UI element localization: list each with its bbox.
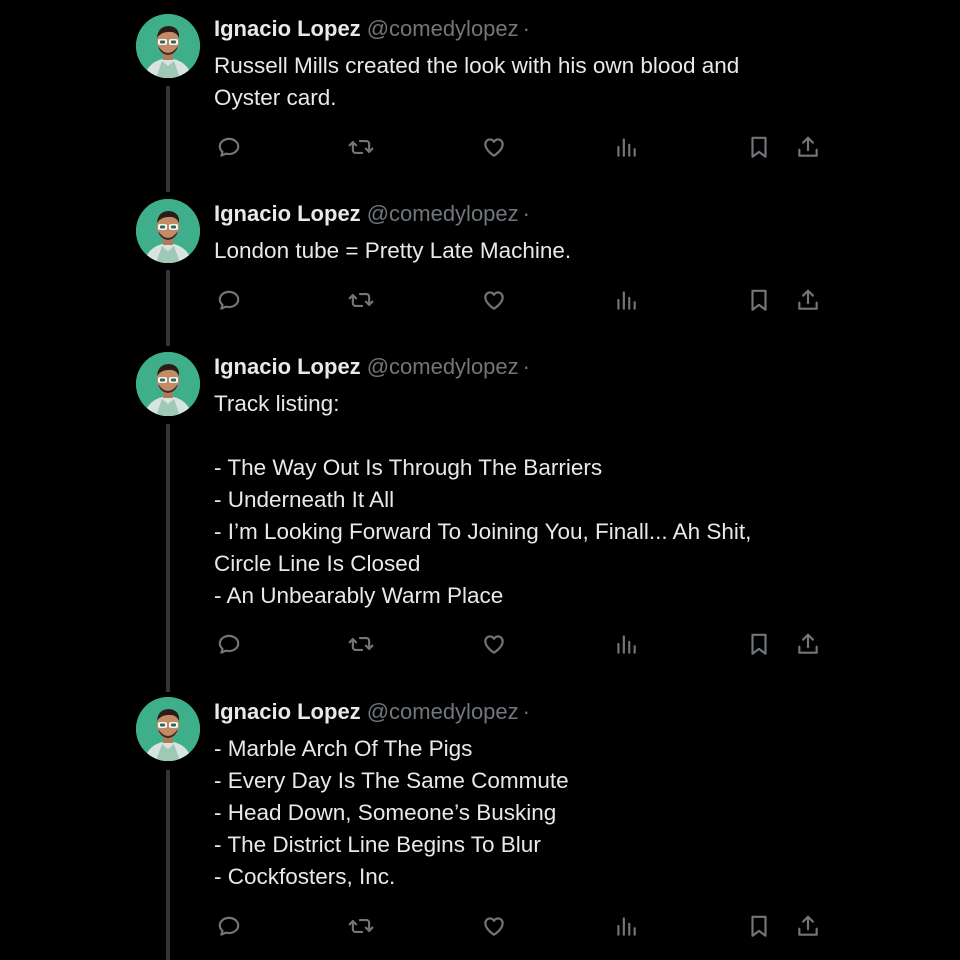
action-bar [0, 132, 960, 166]
views-button[interactable] [611, 629, 641, 659]
like-button[interactable] [479, 911, 509, 941]
author-name[interactable]: Ignacio Lopez [214, 201, 361, 226]
avatar-portrait [136, 199, 200, 263]
views-button[interactable] [611, 285, 641, 315]
tweet-text: Russell Mills created the look with his … [214, 50, 814, 114]
bookmark-icon [751, 136, 767, 158]
retweet-button[interactable] [346, 285, 376, 315]
share-icon [798, 633, 818, 654]
tweet-line: - Underneath It All [214, 487, 395, 512]
tweet-line: - The Way Out Is Through The Barriers [214, 455, 603, 480]
reply-icon [218, 137, 240, 157]
avatar[interactable] [136, 352, 200, 416]
separator-dot: · [522, 201, 530, 226]
author-name[interactable]: Ignacio Lopez [214, 16, 361, 41]
tweet-header: Ignacio Lopez @comedylopez · [214, 199, 530, 229]
bookmark-button[interactable] [744, 629, 774, 659]
tweet-text: Track listing: - The Way Out Is Through … [214, 388, 814, 612]
tweet-line: - The District Line Begins To Blur [214, 832, 541, 857]
reply-button[interactable] [214, 132, 244, 162]
like-button[interactable] [479, 132, 509, 162]
tweet-text: London tube = Pretty Late Machine. [214, 235, 814, 267]
like-icon [484, 917, 504, 936]
retweet-icon [348, 292, 374, 308]
avatar[interactable] [136, 697, 200, 761]
retweet-icon [348, 918, 374, 934]
tweet-line [214, 420, 814, 452]
reply-icon [218, 634, 240, 654]
tweet-line: Track listing: [214, 391, 340, 416]
separator-dot: · [522, 354, 530, 379]
action-bar [0, 911, 960, 945]
views-button[interactable] [611, 132, 641, 162]
tweet-line: Circle Line Is Closed [214, 551, 421, 576]
share-button[interactable] [793, 132, 823, 162]
views-icon [617, 635, 636, 654]
separator-dot: · [522, 16, 530, 41]
author-handle[interactable]: @comedylopez [367, 201, 519, 226]
tweet-text: - Marble Arch Of The Pigs - Every Day Is… [214, 733, 814, 893]
share-icon [798, 915, 818, 936]
like-button[interactable] [479, 629, 509, 659]
views-icon [617, 917, 636, 936]
bookmark-icon [751, 915, 767, 937]
avatar[interactable] [136, 199, 200, 263]
share-button[interactable] [793, 911, 823, 941]
tweet-header: Ignacio Lopez @comedylopez · [214, 352, 530, 382]
reply-icon [218, 290, 240, 310]
bookmark-button[interactable] [744, 132, 774, 162]
avatar-portrait [136, 14, 200, 78]
reply-button[interactable] [214, 911, 244, 941]
tweet-line: - Cockfosters, Inc. [214, 864, 396, 889]
bookmark-icon [751, 289, 767, 311]
avatar-portrait [136, 352, 200, 416]
like-icon [484, 138, 504, 157]
author-handle[interactable]: @comedylopez [367, 699, 519, 724]
retweet-button[interactable] [346, 132, 376, 162]
share-icon [798, 289, 818, 310]
reply-icon [218, 916, 240, 936]
tweet-line: London tube = Pretty Late Machine. [214, 238, 572, 263]
bookmark-icon [751, 633, 767, 655]
share-button[interactable] [793, 285, 823, 315]
retweet-button[interactable] [346, 911, 376, 941]
like-icon [484, 635, 504, 654]
share-button[interactable] [793, 629, 823, 659]
tweet-line: - An Unbearably Warm Place [214, 583, 504, 608]
retweet-icon [348, 139, 374, 155]
retweet-button[interactable] [346, 629, 376, 659]
action-bar [0, 629, 960, 663]
retweet-icon [348, 636, 374, 652]
author-name[interactable]: Ignacio Lopez [214, 354, 361, 379]
action-bar [0, 285, 960, 319]
avatar[interactable] [136, 14, 200, 78]
tweet-line: - I’m Looking Forward To Joining You, Fi… [214, 519, 752, 544]
reply-button[interactable] [214, 629, 244, 659]
tweet-line: - Every Day Is The Same Commute [214, 768, 569, 793]
like-icon [484, 291, 504, 310]
views-icon [617, 291, 636, 310]
avatar-portrait [136, 697, 200, 761]
tweet-line: - Marble Arch Of The Pigs [214, 736, 473, 761]
bookmark-button[interactable] [744, 285, 774, 315]
views-icon [617, 138, 636, 157]
reply-button[interactable] [214, 285, 244, 315]
tweet-line: Russell Mills created the look with his … [214, 53, 740, 78]
author-handle[interactable]: @comedylopez [367, 16, 519, 41]
views-button[interactable] [611, 911, 641, 941]
author-handle[interactable]: @comedylopez [367, 354, 519, 379]
tweet-header: Ignacio Lopez @comedylopez · [214, 697, 530, 727]
author-name[interactable]: Ignacio Lopez [214, 699, 361, 724]
separator-dot: · [522, 699, 530, 724]
tweet-header: Ignacio Lopez @comedylopez · [214, 14, 530, 44]
share-icon [798, 136, 818, 157]
tweet-line: - Head Down, Someone’s Busking [214, 800, 557, 825]
like-button[interactable] [479, 285, 509, 315]
bookmark-button[interactable] [744, 911, 774, 941]
tweet-line: Oyster card. [214, 85, 337, 110]
